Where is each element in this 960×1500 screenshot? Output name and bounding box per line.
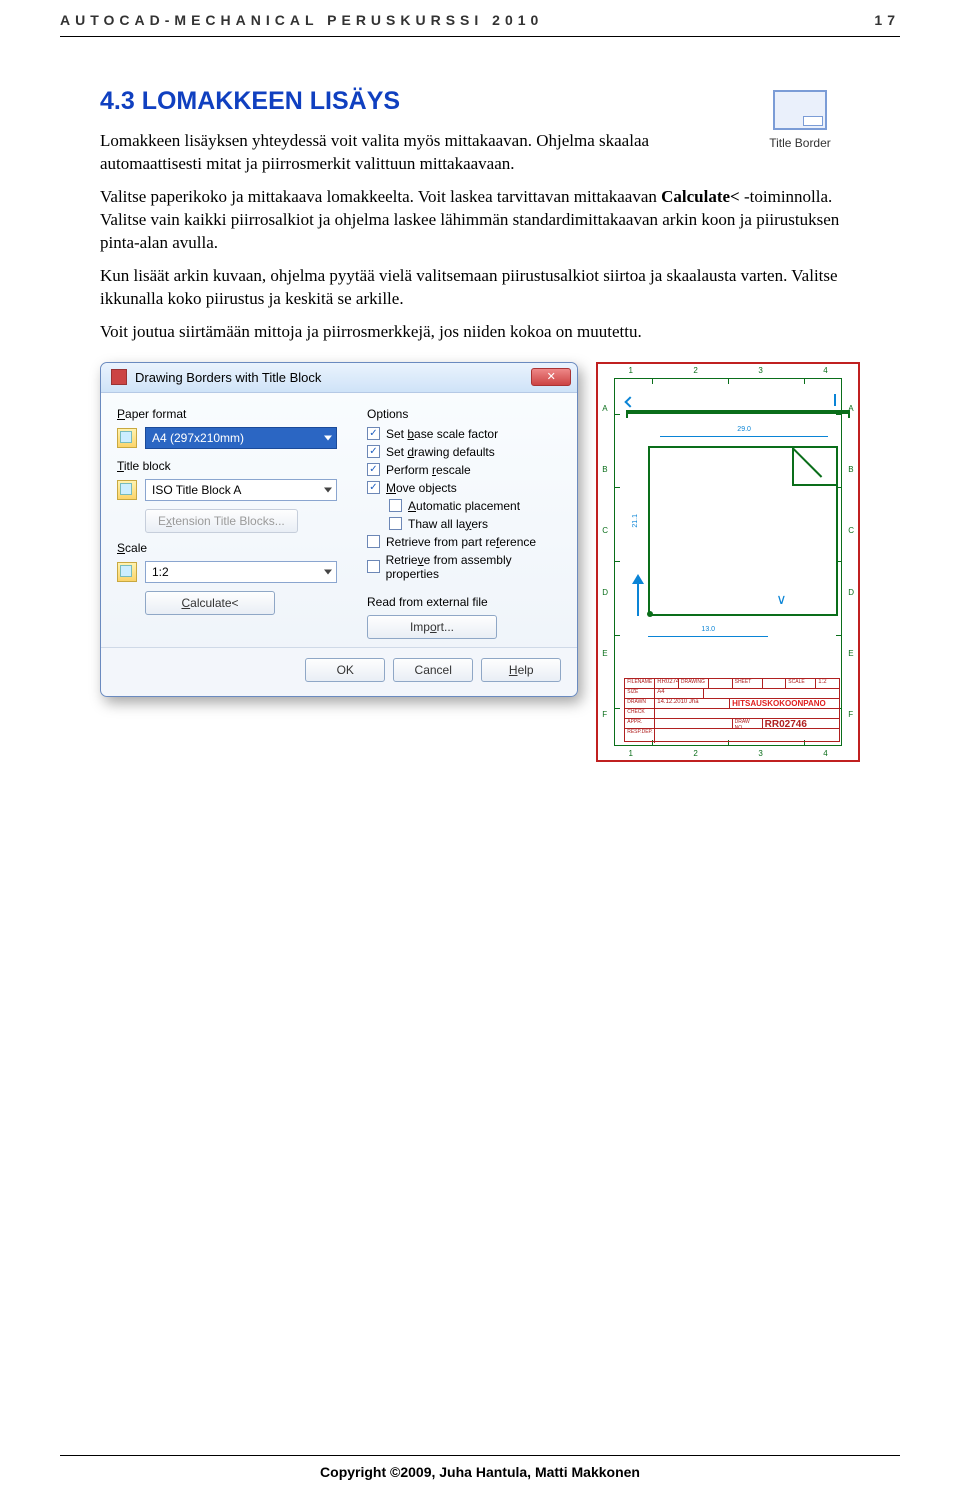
read-external-label: Read from external file (367, 595, 561, 609)
paragraph-1: Lomakkeen lisäyksen yhteydessä voit vali… (100, 130, 660, 176)
page-header: AUTOCAD-MECHANICAL PERUSKURSSI 2010 17 (0, 0, 960, 36)
paragraph-2: Valitse paperikoko ja mittakaava lomakke… (100, 186, 860, 255)
drawing-preview: 1234 1234 ABCDEF ABCDEF 29.0 (596, 362, 860, 762)
chevron-down-icon (324, 487, 332, 492)
ok-button[interactable]: OK (305, 658, 385, 682)
opt-drawing-defaults[interactable]: ✓Set drawing defaults (367, 445, 561, 459)
chamfer-flap (792, 446, 838, 486)
opt-auto-place[interactable]: Automatic placement (389, 499, 561, 513)
v-mark-icon (776, 591, 796, 608)
opt-base-scale[interactable]: ✓Set base scale factor (367, 427, 561, 441)
paragraph-3: Kun lisäät arkin kuvaan, ohjelma pyytää … (100, 265, 860, 311)
chevron-down-icon (324, 569, 332, 574)
options-label: Options (367, 407, 561, 421)
extension-title-blocks-button[interactable]: Extension Title Blocks... (145, 509, 298, 533)
cancel-button[interactable]: Cancel (393, 658, 473, 682)
opt-move-objects[interactable]: ✓Move objects (367, 481, 561, 495)
copyright-text: Copyright ©2009, Juha Hantula, Matti Mak… (320, 1464, 640, 1480)
help-button[interactable]: Help (481, 658, 561, 682)
title-block: FILENAMERR02746_1 DRAWING SHEET SCALE1:2… (624, 678, 840, 742)
row-letters-left: ABCDEF (602, 378, 608, 746)
paragraph-4: Voit joutua siirtämään mittoja ja piirro… (100, 321, 860, 344)
dimension-top: 29.0 (660, 426, 828, 433)
paper-format-select[interactable]: A4 (297x210mm) (145, 427, 337, 449)
header-rule (60, 36, 900, 37)
dialog-title: Drawing Borders with Title Block (135, 370, 531, 385)
header-page: 17 (874, 12, 900, 28)
close-button[interactable]: ✕ (531, 368, 571, 386)
dimension-bottom: 13.0 (648, 626, 768, 633)
scale-label: cale (125, 541, 147, 555)
dialog-titlebar[interactable]: Drawing Borders with Title Block ✕ (101, 363, 577, 393)
opt-rescale[interactable]: ✓Perform rescale (367, 463, 561, 477)
calculate-button[interactable]: Calculate< (145, 591, 275, 615)
top-beam (628, 410, 848, 414)
dimension-side: 21.1 (632, 514, 639, 528)
origin-dot-icon (647, 611, 653, 617)
title-block-select[interactable]: ISO Title Block A (145, 479, 337, 501)
opt-retrieve-part[interactable]: Retrieve from part reference (367, 535, 561, 549)
main-plate (648, 446, 838, 616)
paper-format-icon (117, 428, 137, 448)
import-button[interactable]: Import... (367, 615, 497, 639)
header-title: AUTOCAD-MECHANICAL PERUSKURSSI 2010 (60, 12, 543, 28)
dialog-app-icon (111, 369, 127, 385)
opt-retrieve-asm[interactable]: Retrieve from assembly properties (367, 553, 561, 581)
paper-format-label: aper format (125, 407, 186, 421)
dialog-drawing-borders: Drawing Borders with Title Block ✕ Paper… (100, 362, 578, 697)
title-block-label: itle block (124, 459, 171, 473)
section-heading: 4.3 LOMAKKEEN LISÄYS (100, 87, 860, 116)
title-block-icon (117, 480, 137, 500)
col-numbers-bottom: 1234 (598, 749, 858, 758)
scale-select[interactable]: 1:2 (145, 561, 337, 583)
chevron-down-icon (324, 435, 332, 440)
datum-arrow-icon (630, 576, 646, 616)
row-letters-right: ABCDEF (848, 378, 854, 746)
col-numbers-top: 1234 (598, 366, 858, 375)
opt-thaw[interactable]: Thaw all layers (389, 517, 561, 531)
corner-mark-icon (834, 394, 836, 406)
page-footer: Copyright ©2009, Juha Hantula, Matti Mak… (0, 1455, 960, 1480)
scale-icon (117, 562, 137, 582)
